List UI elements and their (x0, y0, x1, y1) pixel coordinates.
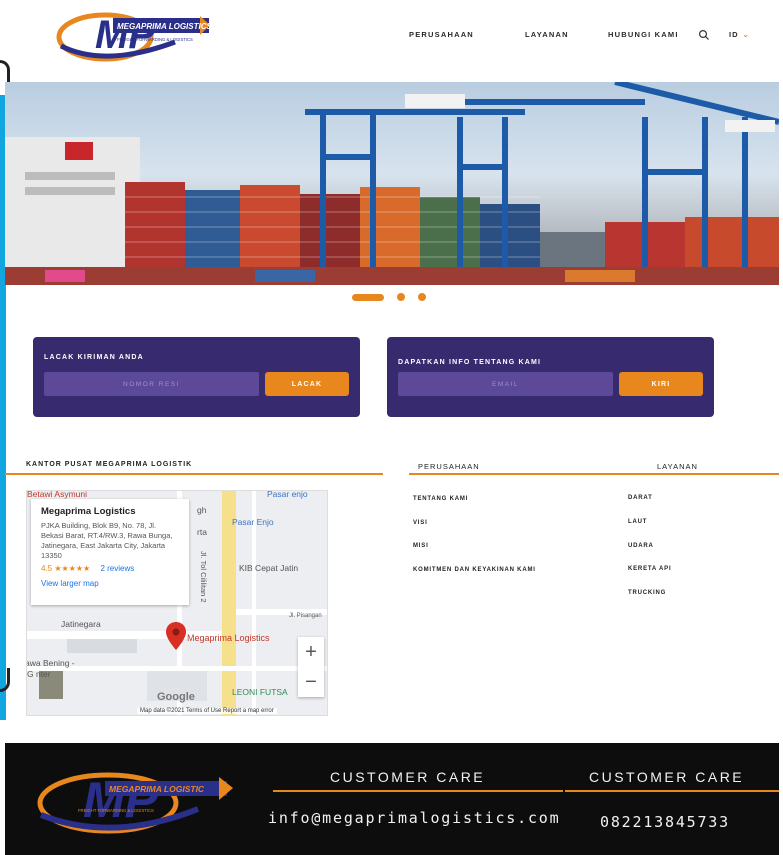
map-rating-value: 4.5 (41, 564, 53, 573)
link-misi[interactable]: MISI (413, 543, 429, 549)
customer-care-heading-phone: CUSTOMER CARE (589, 769, 745, 785)
send-button[interactable]: KIRI (619, 372, 703, 396)
site-header: MP MEGAPRIMA LOGISTICS FREIGHT FORWARDIN… (0, 0, 783, 78)
links-services-heading: LAYANAN (657, 462, 698, 471)
map-address: PJKA Building, Blok B9, No. 78, Jl. Beka… (41, 521, 173, 560)
map-label-center: G nter (27, 669, 51, 679)
track-button[interactable]: LACAK (265, 372, 349, 396)
map-info-card: Megaprima Logistics PJKA Building, Blok … (31, 499, 189, 605)
link-tentang-kami[interactable]: TENTANG KAMI (413, 496, 468, 502)
map-label-rta: rta (197, 527, 207, 537)
hero-slider-dots (0, 293, 783, 303)
map-label-kib: KIB Cepat Jatin (239, 563, 299, 573)
star-icon: ★★★★★ (54, 564, 91, 573)
subscribe-panel: DAPATKAN INFO TENTANG KAMI KIRI (387, 337, 714, 417)
hero-banner (5, 82, 779, 285)
footer-logo-initials: MP (83, 772, 159, 828)
map-zoom-controls: + − (298, 637, 324, 697)
footer-logo-tagline: FREIGHT FORWARDING & LOGISTICS (78, 808, 154, 813)
search-icon[interactable] (698, 29, 710, 41)
slider-dot[interactable] (418, 293, 426, 301)
map-rating: 4.5 ★★★★★ 2 reviews (41, 564, 179, 573)
map-marker-icon[interactable] (166, 622, 186, 650)
tracking-title: LACAK KIRIMAN ANDA (44, 354, 144, 361)
tracking-panel: LACAK KIRIMAN ANDA LACAK (33, 337, 360, 417)
map-label-pisangan: Jl. Pisangan (289, 613, 322, 619)
office-divider (5, 473, 383, 475)
zoom-in-button[interactable]: + (298, 637, 324, 667)
customer-care-email[interactable]: info@megaprimalogistics.com (268, 809, 560, 827)
customer-care-phone[interactable]: 082213845733 (600, 813, 730, 831)
link-visi[interactable]: VISI (413, 520, 428, 526)
language-code: ID (729, 30, 739, 39)
google-map[interactable]: Betawi Asymuni Pasar enjo gh rta Pasar E… (26, 490, 328, 716)
map-label-leoni: LEONI FUTSA (232, 687, 288, 697)
slider-dot[interactable] (397, 293, 405, 301)
map-marker-label: Megaprima Logistics (187, 633, 270, 643)
slider-dot-active[interactable] (352, 294, 384, 301)
port-containers-image (5, 82, 779, 285)
link-udara[interactable]: UDARA (628, 543, 654, 549)
google-logo: Google (157, 691, 195, 703)
links-divider (409, 473, 779, 475)
nav-hubungi-kami[interactable]: HUBUNGI KAMI (608, 30, 679, 39)
chevron-down-icon: ⌄ (742, 30, 750, 39)
subscribe-title: DAPATKAN INFO TENTANG KAMI (398, 359, 542, 366)
map-place-name: Megaprima Logistics (41, 506, 136, 517)
customer-care-heading-email: CUSTOMER CARE (330, 769, 486, 785)
site-footer: MP MEGAPRIMA LOGISTIC FREIGHT FORWARDING… (5, 743, 779, 855)
map-label-betawi: Betawi Asymuni (27, 490, 87, 499)
footer-logo[interactable]: MP MEGAPRIMA LOGISTIC FREIGHT FORWARDING… (33, 765, 233, 837)
map-label-pasar-enjo: Pasar Enjo (232, 517, 274, 527)
footer-divider-left (273, 790, 563, 792)
office-title: KANTOR PUSAT MEGAPRIMA LOGISTIK (26, 461, 193, 468)
map-label-street: Jl. Tol Cililitan 2 (199, 551, 208, 603)
map-label-rawa: awa Bening - (26, 658, 75, 668)
view-larger-map-link[interactable]: View larger map (41, 579, 179, 588)
map-label-gh: gh (197, 505, 207, 515)
email-input[interactable] (398, 372, 613, 396)
nav-layanan[interactable]: LAYANAN (525, 30, 569, 39)
zoom-out-button[interactable]: − (298, 667, 324, 697)
map-label-jatinegara: Jatinegara (61, 619, 101, 629)
links-company-heading: PERUSAHAAN (418, 462, 480, 471)
map-reviews-link[interactable]: 2 reviews (100, 564, 134, 573)
link-komitmen[interactable]: KOMITMEN DAN KEYAKINAN KAMI (413, 567, 536, 573)
tracking-number-input[interactable] (44, 372, 259, 396)
left-curve-bottom (0, 668, 10, 692)
language-selector[interactable]: ID ⌄ (729, 30, 750, 39)
main-nav: PERUSAHAAN LAYANAN HUBUNGI KAMI (0, 30, 783, 44)
link-laut[interactable]: LAUT (628, 519, 647, 525)
footer-logo-name: MEGAPRIMA LOGISTIC (109, 784, 205, 794)
link-trucking[interactable]: TRUCKING (628, 590, 666, 596)
map-label-pasar-enjo-top: Pasar enjo (267, 490, 308, 499)
map-attribution[interactable]: Map data ©2021 Terms of Use Report a map… (137, 708, 277, 714)
link-darat[interactable]: DARAT (628, 495, 653, 501)
nav-perusahaan[interactable]: PERUSAHAAN (409, 30, 474, 39)
link-kereta-api[interactable]: KERETA API (628, 566, 671, 572)
footer-divider-right (565, 790, 779, 792)
